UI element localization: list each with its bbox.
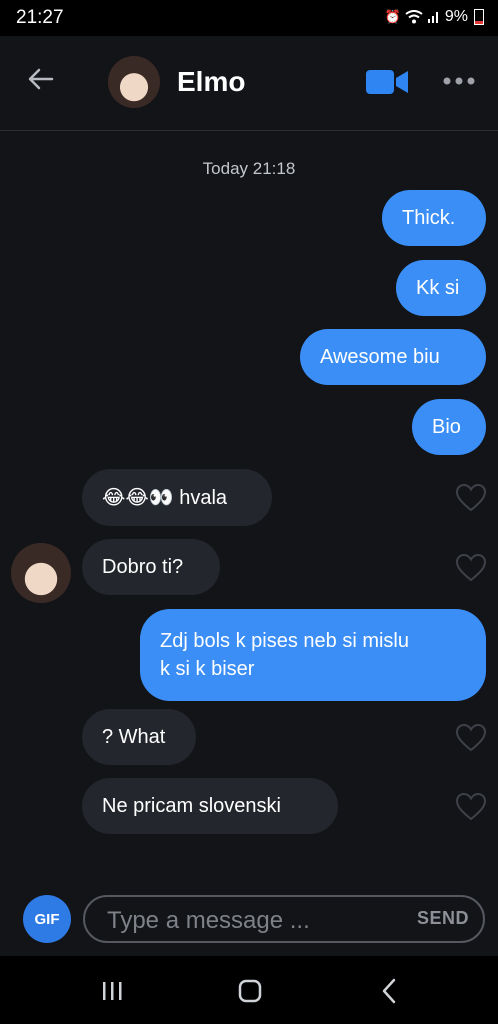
message-bubble[interactable]: ? What bbox=[82, 709, 196, 765]
message-emojis: 😂😂👀 bbox=[102, 485, 174, 509]
message-text: Bio bbox=[432, 416, 461, 438]
signal-icon bbox=[427, 12, 438, 23]
message-input[interactable] bbox=[105, 903, 399, 939]
message-bubble[interactable]: Dobro ti? bbox=[82, 539, 220, 595]
back-arrow-icon[interactable] bbox=[26, 64, 56, 94]
battery-percent: 9% bbox=[444, 8, 468, 25]
message-text: Dobro ti? bbox=[102, 556, 184, 578]
message-bubble[interactable]: Thick. bbox=[382, 190, 486, 246]
chat-header: Elmo bbox=[0, 36, 498, 131]
heart-icon[interactable] bbox=[456, 484, 486, 512]
wifi-icon bbox=[405, 10, 423, 24]
video-call-icon[interactable] bbox=[366, 69, 410, 95]
message-bubble[interactable]: Kk si bbox=[396, 260, 486, 316]
message-bubble[interactable]: 😂😂👀 hvala bbox=[82, 469, 272, 526]
nav-back-icon[interactable] bbox=[373, 974, 407, 1008]
recent-apps-icon[interactable] bbox=[95, 974, 129, 1008]
message-text-line: k si k biser bbox=[160, 658, 255, 680]
message-input-box: SEND bbox=[83, 895, 485, 943]
heart-icon[interactable] bbox=[456, 554, 486, 582]
contact-name[interactable]: Elmo bbox=[177, 66, 245, 98]
message-text-line: Zdj bols k pises neb si mislu bbox=[160, 630, 409, 652]
message-text: Kk si bbox=[416, 277, 460, 299]
sender-avatar[interactable] bbox=[11, 543, 71, 603]
contact-avatar[interactable] bbox=[108, 56, 160, 108]
alarm-icon: ⏰ bbox=[384, 9, 401, 24]
status-icons: ⏰ 9% bbox=[385, 8, 484, 26]
message-bubble[interactable]: Ne pricam slovenski bbox=[82, 778, 338, 834]
gif-button[interactable]: GIF bbox=[23, 895, 71, 943]
battery-icon bbox=[474, 9, 484, 25]
message-text: Thick. bbox=[402, 207, 456, 229]
send-button[interactable]: SEND bbox=[417, 908, 469, 929]
more-options-icon[interactable] bbox=[442, 72, 476, 90]
heart-icon[interactable] bbox=[456, 793, 486, 821]
message-bubble[interactable]: Zdj bols k pises neb si mislu k si k bis… bbox=[140, 609, 486, 701]
message-text: hvala bbox=[179, 487, 228, 509]
message-text: ? What bbox=[102, 726, 166, 748]
system-nav-bar bbox=[0, 956, 498, 1024]
message-text: Ne pricam slovenski bbox=[102, 795, 281, 817]
home-icon[interactable] bbox=[233, 974, 267, 1008]
message-bubble[interactable]: Bio bbox=[412, 399, 486, 455]
heart-icon[interactable] bbox=[456, 724, 486, 752]
message-bubble[interactable]: Awesome biu bbox=[300, 329, 486, 385]
status-bar: 21:27 ⏰ 9% bbox=[0, 0, 498, 36]
message-text: Awesome biu bbox=[320, 346, 440, 368]
status-time: 21:27 bbox=[16, 7, 64, 28]
date-separator: Today 21:18 bbox=[202, 159, 296, 178]
